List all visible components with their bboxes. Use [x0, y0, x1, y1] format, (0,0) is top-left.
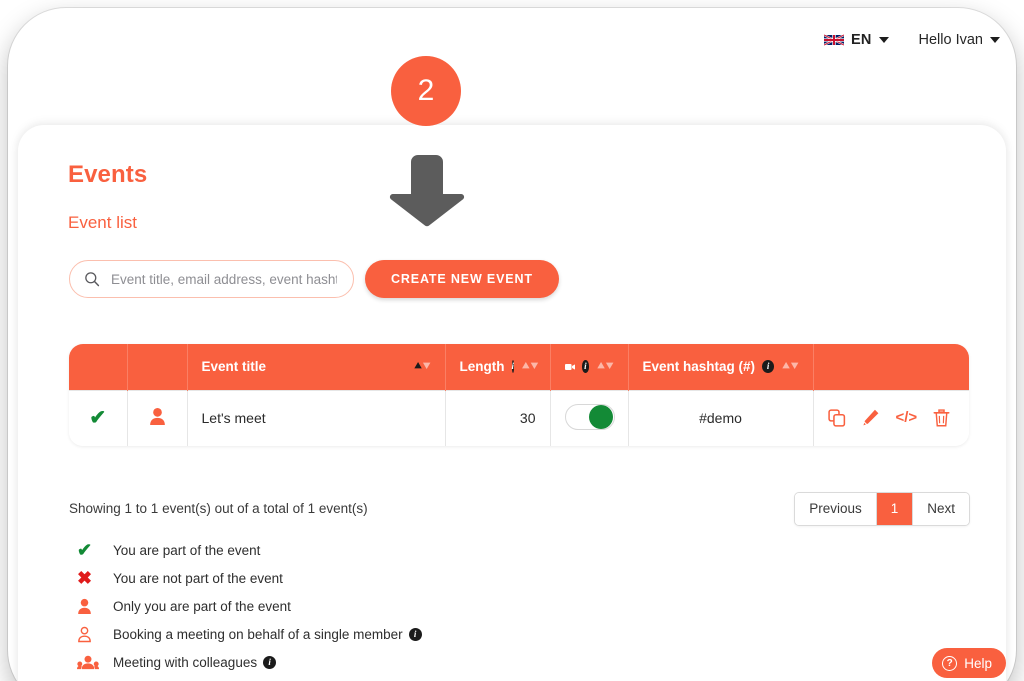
- outline-person-icon: [71, 626, 113, 643]
- video-toggle[interactable]: [564, 403, 615, 430]
- cell-video-toggle: [550, 389, 629, 446]
- legend-item-only-you: Only you are part of the event: [71, 597, 422, 615]
- group-people-icon: [71, 655, 113, 670]
- search-icon: [85, 272, 100, 287]
- th-event-title-label: Event title: [201, 359, 267, 375]
- chevron-down-icon: [878, 37, 889, 43]
- th-actions: [813, 344, 969, 390]
- legend-label: You are part of the event: [113, 542, 261, 558]
- cell-attendee: [127, 389, 188, 446]
- showing-count: Showing 1 to 1 event(s) out of a total o…: [69, 501, 368, 516]
- check-icon: ✔: [89, 407, 107, 430]
- legend-item-not-part-of-event: ✖ You are not part of the event: [71, 569, 422, 587]
- info-icon[interactable]: i: [762, 360, 775, 374]
- th-video[interactable]: i ⯅⯆: [550, 344, 629, 390]
- duplicate-icon[interactable]: [827, 409, 846, 427]
- pagination: Previous 1 Next: [794, 492, 970, 526]
- info-icon[interactable]: i: [408, 627, 422, 641]
- cell-event-title: Let's meet: [187, 389, 446, 446]
- language-label: EN: [850, 32, 872, 48]
- green-check-icon: ✔: [77, 540, 93, 560]
- cell-hashtag: #demo: [628, 389, 814, 446]
- edit-icon[interactable]: [862, 409, 880, 427]
- th-event-hashtag[interactable]: Event hashtag (#) i ⯅⯆: [628, 344, 814, 390]
- sort-toggle-video[interactable]: ⯅⯆: [596, 359, 614, 374]
- th-length[interactable]: Length i ⯅⯆: [445, 344, 551, 390]
- legend: ✔ You are part of the event ✖ You are no…: [71, 541, 422, 671]
- legend-label: Meeting with colleagues i: [113, 655, 277, 670]
- legend-label: Only you are part of the event: [113, 598, 291, 614]
- pagination-page-1[interactable]: 1: [876, 493, 914, 525]
- language-selector[interactable]: EN: [823, 32, 889, 48]
- single-person-icon: [71, 598, 113, 615]
- sort-toggle-length[interactable]: ⯅⯆: [521, 359, 539, 374]
- uk-flag-icon: [823, 34, 844, 46]
- info-icon[interactable]: i: [581, 360, 590, 374]
- screenshot-root: EN Hello Ivan Events Event list CREATE: [0, 0, 1024, 681]
- step-badge: 2: [391, 56, 461, 126]
- top-bar: EN Hello Ivan: [823, 26, 1000, 54]
- pagination-next[interactable]: Next: [913, 493, 969, 525]
- th-length-label: Length: [459, 359, 505, 375]
- page-title: Events: [68, 161, 148, 188]
- toggle-knob: [588, 404, 613, 429]
- info-icon[interactable]: i: [263, 655, 277, 669]
- th-event-hashtag-label: Event hashtag (#): [642, 359, 756, 375]
- sort-toggle-event-title[interactable]: ⯅⯆: [413, 359, 431, 374]
- user-menu-label: Hello Ivan: [918, 32, 983, 48]
- th-event-title[interactable]: Event title ⯅⯆: [187, 344, 446, 390]
- cell-length: 30: [445, 389, 551, 446]
- search-input[interactable]: [109, 270, 339, 288]
- chevron-down-icon: [990, 37, 1000, 43]
- table-header-row: Event title ⯅⯆ Length i ⯅⯆ i ⯅⯆ Event ha…: [69, 344, 969, 390]
- legend-item-colleagues: Meeting with colleagues i: [71, 653, 422, 671]
- create-new-event-button[interactable]: CREATE NEW EVENT: [365, 260, 559, 298]
- video-camera-icon: [564, 363, 575, 370]
- cell-actions: </>: [813, 389, 969, 446]
- down-arrow-icon: [389, 155, 465, 227]
- cell-participation: ✔: [69, 389, 128, 446]
- legend-item-part-of-event: ✔ You are part of the event: [71, 541, 422, 559]
- search-box[interactable]: [69, 260, 354, 298]
- events-card: Events Event list CREATE NEW EVENT: [18, 125, 1006, 681]
- delete-icon[interactable]: [933, 409, 950, 427]
- legend-label: Booking a meeting on behalf of a single …: [113, 627, 422, 642]
- user-menu[interactable]: Hello Ivan: [919, 32, 1000, 48]
- pagination-previous[interactable]: Previous: [795, 493, 877, 525]
- th-participation: [69, 344, 128, 390]
- info-icon[interactable]: i: [511, 360, 515, 374]
- red-cross-icon: ✖: [77, 568, 93, 588]
- th-attendee: [127, 344, 188, 390]
- single-person-icon: [149, 408, 165, 426]
- app-frame: EN Hello Ivan Events Event list CREATE: [8, 8, 1016, 681]
- legend-item-behalf-of-member: Booking a meeting on behalf of a single …: [71, 625, 422, 643]
- table-row: ✔ Let's meet 30 #demo </>: [69, 389, 969, 446]
- events-table: Event title ⯅⯆ Length i ⯅⯆ i ⯅⯆ Event ha…: [69, 344, 969, 446]
- help-label: Help: [964, 655, 992, 671]
- legend-label: You are not part of the event: [113, 570, 283, 586]
- page-subtitle: Event list: [68, 213, 137, 232]
- help-button[interactable]: ? Help: [932, 648, 1006, 678]
- sort-toggle-hashtag[interactable]: ⯅⯆: [781, 359, 799, 374]
- question-mark-icon: ?: [942, 655, 958, 671]
